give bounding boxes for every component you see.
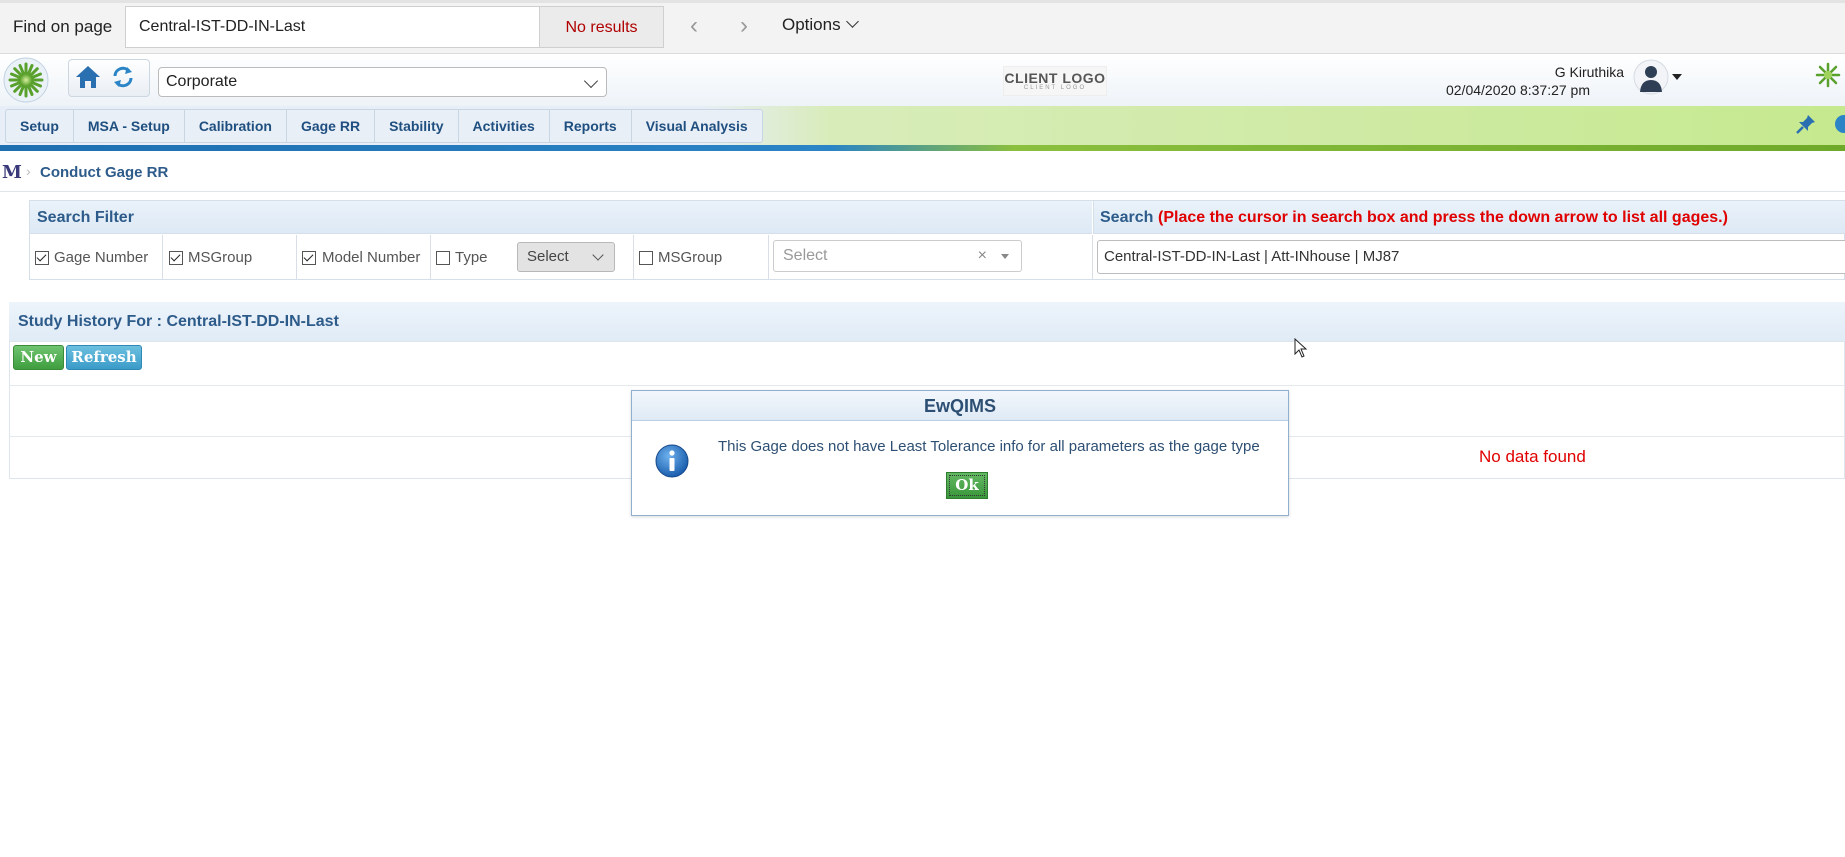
alert-dialog-title: EwQIMS (923, 396, 996, 416)
chevron-down-icon (845, 15, 859, 28)
find-prev-button[interactable]: ‹ (682, 14, 706, 40)
menu-reports[interactable]: Reports (550, 110, 632, 142)
menu-visual-analysis[interactable]: Visual Analysis (632, 110, 762, 142)
msgroup-checkbox[interactable] (169, 251, 183, 265)
app-logo-icon[interactable] (1, 56, 51, 104)
home-icon[interactable] (74, 64, 102, 90)
chevron-down-icon (583, 73, 599, 89)
gage-search-input[interactable]: Central-IST-DD-IN-Last | Att-INhouse | M… (1097, 240, 1845, 274)
find-options-button[interactable]: Options (782, 15, 859, 39)
caret-down-icon[interactable] (1001, 254, 1009, 259)
search-hint: (Place the cursor in search box and pres… (1158, 209, 1728, 226)
search-title: Search (1100, 209, 1154, 226)
info-icon (655, 444, 689, 478)
client-logo-text: CLIENT LOGO (1004, 70, 1106, 86)
globe-icon[interactable] (1833, 113, 1845, 135)
page-title: Conduct Gage RR (40, 164, 169, 181)
menu-activities[interactable]: Activities (459, 110, 550, 142)
msgroup-label: MSGroup (188, 249, 253, 266)
gage-number-label: Gage Number (54, 249, 149, 266)
user-name: G Kiruthika (1554, 64, 1624, 80)
refresh-icon[interactable] (110, 64, 136, 90)
type-select[interactable]: Select (517, 242, 615, 272)
chevron-down-icon (592, 249, 604, 261)
avatar[interactable] (1633, 59, 1669, 99)
find-input[interactable]: Central-IST-DD-IN-Last (125, 6, 540, 48)
menu-msa-setup[interactable]: MSA - Setup (74, 110, 185, 142)
find-results-status: No results (540, 6, 664, 48)
clear-icon[interactable]: × (978, 241, 987, 271)
model-number-checkbox[interactable] (302, 251, 316, 265)
model-number-label: Model Number (322, 249, 421, 266)
menu-calibration[interactable]: Calibration (185, 110, 287, 142)
search-filter-title: Search Filter (37, 209, 134, 226)
app-logo-small-icon (1815, 62, 1841, 88)
chevron-right-icon: › (740, 12, 748, 39)
msgroup-select-placeholder: Select (783, 247, 828, 264)
type-select-value: Select (527, 248, 569, 265)
find-options-label: Options (782, 15, 841, 34)
user-datetime: 02/04/2020 8:37:27 pm (1445, 82, 1590, 98)
breadcrumb-root-icon[interactable]: M (2, 162, 22, 183)
client-logo: CLIENT LOGO CLIENT LOGO (1003, 66, 1107, 96)
organization-select[interactable]: Corporate (158, 67, 607, 97)
msgroup-2-label: MSGroup (658, 249, 723, 266)
alert-dialog-message: This Gage does not have Least Tolerance … (718, 438, 1260, 455)
menu-stability[interactable]: Stability (375, 110, 459, 142)
refresh-button[interactable]: Refresh (66, 345, 142, 370)
chevron-left-icon: ‹ (690, 12, 698, 39)
new-button[interactable]: New (13, 345, 64, 370)
gage-number-checkbox[interactable] (35, 251, 49, 265)
menu-setup[interactable]: Setup (6, 110, 74, 142)
mouse-cursor-icon (1294, 337, 1308, 358)
menu-bar-divider (0, 145, 1845, 151)
breadcrumb (0, 152, 1845, 192)
breadcrumb-separator: › (26, 163, 31, 179)
organization-select-value: Corporate (166, 73, 238, 90)
menu-gage-rr[interactable]: Gage RR (287, 110, 376, 142)
ok-button[interactable]: Ok (946, 472, 988, 499)
study-history-title: Study History For : Central-IST-DD-IN-La… (18, 313, 339, 330)
main-menu: Setup MSA - Setup Calibration Gage RR St… (5, 109, 763, 143)
find-next-button[interactable]: › (732, 14, 756, 40)
find-label: Find on page (13, 17, 113, 36)
pin-icon[interactable] (1795, 113, 1817, 135)
type-label: Type (455, 249, 488, 266)
msgroup-select[interactable]: Select × (773, 240, 1022, 272)
caret-down-icon[interactable] (1672, 74, 1682, 80)
search-filter-header (30, 201, 1092, 234)
no-data-message: No data found (1479, 447, 1586, 466)
type-checkbox[interactable] (436, 251, 450, 265)
msgroup-2-checkbox[interactable] (639, 251, 653, 265)
